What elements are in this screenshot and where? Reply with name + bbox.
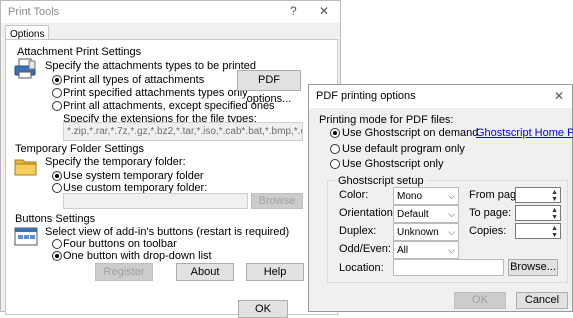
radio-print-all-types[interactable] [52, 75, 62, 85]
radio-print-all-except[interactable] [52, 101, 62, 111]
ghostscript-setup-label: Ghostscript setup [336, 175, 426, 187]
label-print-specified-types: Print specified attachments types only [63, 87, 248, 99]
radio-ghostscript-only[interactable] [330, 159, 340, 169]
color-value: Mono [397, 191, 423, 202]
orientation-select[interactable]: Default ⌵ [393, 205, 459, 223]
label-one-button: One button with drop-down list [63, 250, 212, 262]
pdf-dialog-titlebar: PDF printing options ✕ [309, 85, 572, 108]
oddeven-value: All [397, 245, 409, 256]
duplex-select[interactable]: Unknown ⌵ [393, 223, 459, 241]
about-button[interactable]: About [176, 263, 234, 281]
color-label: Color: [339, 189, 369, 201]
location-label: Location: [339, 262, 384, 274]
radio-ghostscript-on-demand[interactable] [330, 128, 340, 138]
label-four-buttons: Four buttons on toolbar [63, 238, 177, 250]
pdf-options-dialog: PDF printing options ✕ Printing mode for… [308, 84, 573, 312]
folder-icon [14, 159, 37, 176]
chevron-down-icon: ⌵ [448, 245, 455, 255]
radio-custom-temp[interactable] [52, 183, 62, 193]
printer-attachment-icon [14, 58, 36, 79]
chevron-down-icon: ⌵ [448, 227, 455, 237]
label-default-program: Use default program only [342, 143, 465, 155]
oddeven-select[interactable]: All ⌵ [393, 241, 459, 259]
duplex-label: Duplex: [339, 225, 377, 237]
browse-temp-button[interactable]: Browse [251, 193, 303, 209]
window-title: Print Tools [8, 6, 60, 18]
print-tools-window: Print Tools ? ✕ Options Attachment Print… [0, 0, 341, 318]
to-page-input[interactable]: ▲ ▼ [515, 205, 561, 221]
help-icon[interactable]: ? [290, 4, 297, 18]
spin-up-icon[interactable]: ▲ [551, 189, 558, 196]
spin-down-icon[interactable]: ▼ [551, 214, 558, 221]
ok-button[interactable]: OK [238, 300, 288, 318]
chevron-down-icon: ⌵ [448, 209, 455, 219]
label-print-all-types: Print all types of attachments [63, 74, 205, 86]
spin-down-icon[interactable]: ▼ [551, 232, 558, 239]
orientation-label: Orientation: [339, 207, 396, 219]
buttons-settings-heading: Buttons Settings [15, 213, 96, 225]
radio-one-button[interactable] [52, 251, 62, 261]
copies-input[interactable]: ▲ ▼ [515, 223, 561, 239]
label-print-all-except: Print all attachments, except specified … [63, 100, 275, 112]
oddeven-label: Odd/Even: [339, 243, 391, 255]
to-page-label: To page: [469, 207, 512, 219]
spin-up-icon[interactable]: ▲ [551, 225, 558, 232]
register-button[interactable]: Register [95, 263, 153, 281]
radio-four-buttons[interactable] [52, 239, 62, 249]
pdf-dialog-title: PDF printing options [316, 90, 416, 102]
temp-heading: Temporary Folder Settings [15, 143, 144, 155]
chevron-down-icon: ⌵ [448, 191, 455, 201]
label-ghostscript-only: Use Ghostscript only [342, 158, 444, 170]
radio-default-program[interactable] [330, 144, 340, 154]
close-icon[interactable]: ✕ [319, 4, 329, 18]
ghostscript-home-link[interactable]: Ghostscript Home Page [476, 127, 573, 139]
attachment-heading: Attachment Print Settings [17, 46, 142, 58]
label-system-temp: Use system temporary folder [63, 170, 204, 182]
custom-temp-input[interactable] [63, 193, 248, 209]
radio-print-specified-types[interactable] [52, 88, 62, 98]
extensions-input[interactable]: *.zip,*.rar,*.7z,*.gz,*.bz2,*.tar,*.iso,… [63, 122, 303, 141]
toolbar-buttons-icon [14, 227, 38, 246]
spin-down-icon[interactable]: ▼ [551, 196, 558, 203]
buttons-settings-prompt: Select view of add-in's buttons (restart… [45, 226, 290, 238]
from-page-input[interactable]: ▲ ▼ [515, 187, 561, 203]
duplex-value: Unknown [397, 227, 439, 238]
temp-prompt: Specify the temporary folder: [45, 156, 186, 168]
printing-mode-label: Printing mode for PDF files: [319, 114, 454, 126]
orientation-value: Default [397, 209, 429, 220]
location-browse-button[interactable]: Browse... [508, 259, 558, 276]
color-select[interactable]: Mono ⌵ [393, 187, 459, 205]
pdf-ok-button[interactable]: OK [454, 292, 506, 309]
pdf-close-icon[interactable]: ✕ [554, 89, 564, 103]
copies-label: Copies: [469, 225, 507, 237]
print-tools-titlebar: Print Tools ? ✕ [1, 1, 340, 23]
help-button[interactable]: Help [246, 263, 304, 281]
pdf-options-button[interactable]: PDF options... [237, 70, 301, 105]
spin-up-icon[interactable]: ▲ [551, 207, 558, 214]
radio-system-temp[interactable] [52, 171, 62, 181]
location-input[interactable] [393, 259, 504, 276]
attachment-prompt: Specify the attachments types to be prin… [45, 60, 256, 72]
pdf-cancel-button[interactable]: Cancel [516, 292, 568, 309]
label-ghostscript-on-demand: Use Ghostscript on demand [342, 127, 479, 139]
